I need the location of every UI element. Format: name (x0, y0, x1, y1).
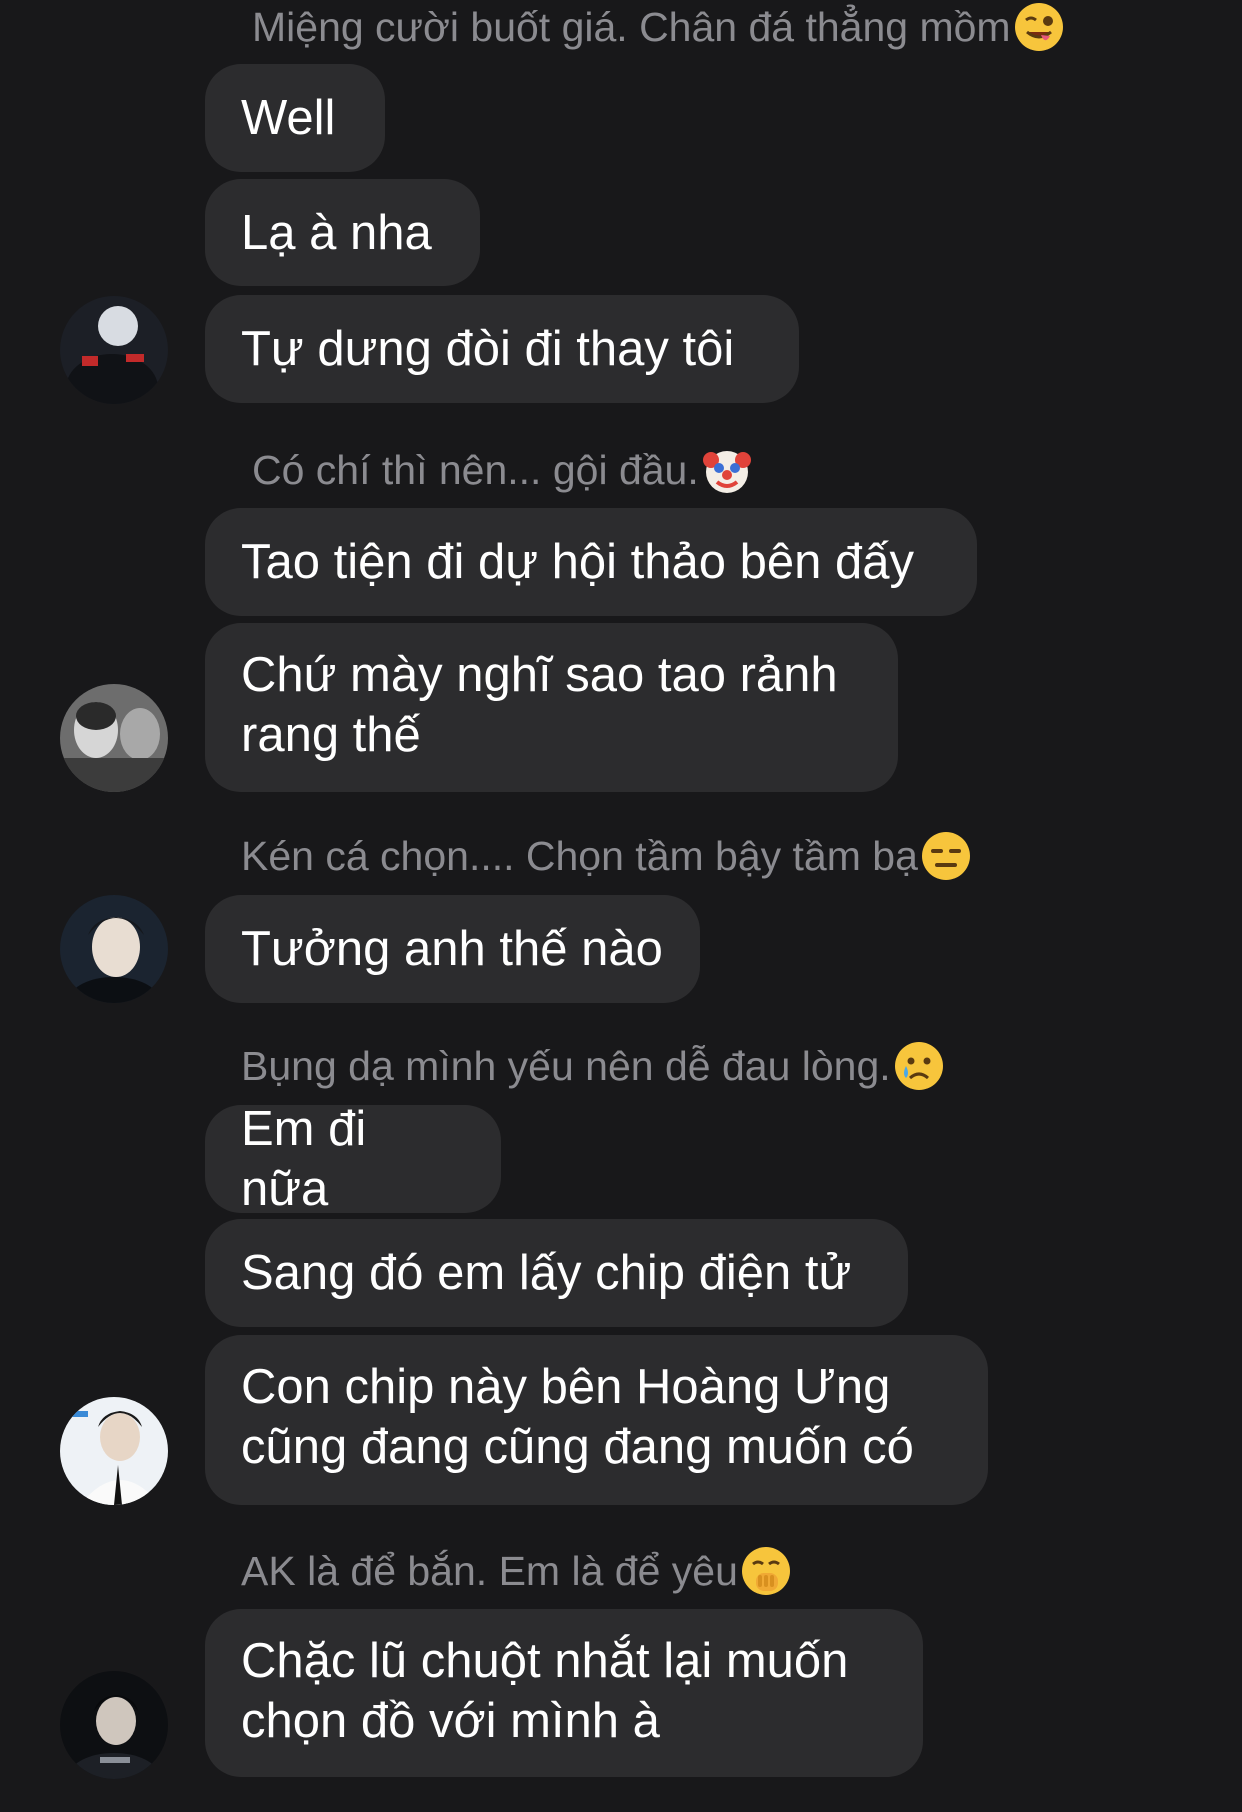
caption-text: Kén cá chọn.... Chọn tầm bậy tầm bạ (241, 833, 918, 879)
message-text: Em đi nữa (241, 1102, 367, 1216)
message-text: Con chip này bên Hoàng Ưng cũng đang cũn… (241, 1357, 914, 1477)
message-bubble[interactable]: Tưởng anh thế nào (205, 895, 700, 1003)
crying-face-icon (893, 1040, 945, 1092)
message-bubble[interactable]: Em đi nữa (205, 1102, 501, 1216)
message-text: Chứ mày nghĩ sao tao rảnh rang thế (241, 645, 838, 765)
face-with-hand-over-mouth-icon (740, 1545, 792, 1597)
avatar[interactable] (60, 296, 168, 404)
message-line: Con chip này bên Hoàng Ưng (241, 1360, 891, 1414)
clown-face-icon (701, 444, 753, 496)
message-text: Chặc lũ chuột nhắt lại muốn chọn đồ với … (241, 1631, 848, 1751)
message-text: Tưởng anh thế nào (241, 922, 663, 976)
caption-text: Bụng dạ mình yếu nên dễ đau lòng. (241, 1043, 891, 1089)
message-caption: Kén cá chọn.... Chọn tầm bậy tầm bạ (241, 830, 972, 882)
avatar[interactable] (60, 684, 168, 792)
caption-text: AK là để bắn. Em là để yêu (241, 1548, 738, 1594)
message-line: rang thế (241, 708, 421, 762)
message-bubble[interactable]: Con chip này bên Hoàng Ưng cũng đang cũn… (205, 1335, 988, 1505)
message-bubble[interactable]: Lạ à nha (205, 179, 480, 286)
message-bubble[interactable]: Chứ mày nghĩ sao tao rảnh rang thế (205, 623, 898, 792)
message-text: Lạ à nha (241, 205, 432, 260)
message-line: Chứ mày nghĩ sao tao rảnh (241, 648, 838, 702)
message-text: Sang đó em lấy chip điện tử (241, 1246, 852, 1300)
chat-thread[interactable]: Miệng cười buốt giá. Chân đá thẳng mồm W… (0, 0, 1242, 1812)
message-bubble[interactable]: Well (205, 64, 385, 172)
message-caption: Bụng dạ mình yếu nên dễ đau lòng. (241, 1040, 945, 1092)
expressionless-face-icon (920, 830, 972, 882)
message-bubble[interactable]: Tự dưng đòi đi thay tôi (205, 295, 799, 403)
message-text: Tao tiện đi dự hội thảo bên đấy (241, 535, 915, 589)
avatar[interactable] (60, 1397, 168, 1505)
winking-face-tongue-icon (1013, 1, 1065, 53)
caption-text: Có chí thì nên... gội đầu. (252, 447, 699, 493)
message-line: chọn đồ với mình à (241, 1694, 660, 1748)
message-bubble[interactable]: Sang đó em lấy chip điện tử (205, 1219, 908, 1327)
message-bubble[interactable]: Chặc lũ chuột nhắt lại muốn chọn đồ với … (205, 1609, 923, 1777)
message-caption: AK là để bắn. Em là để yêu (241, 1545, 792, 1597)
caption-text: Miệng cười buốt giá. Chân đá thẳng mồm (252, 4, 1011, 50)
message-text: Well (241, 91, 336, 145)
avatar[interactable] (60, 895, 168, 1003)
message-caption: Miệng cười buốt giá. Chân đá thẳng mồm (252, 1, 1065, 53)
avatar[interactable] (60, 1671, 168, 1779)
message-text: Tự dưng đòi đi thay tôi (241, 322, 735, 376)
message-caption: Có chí thì nên... gội đầu. (252, 444, 753, 496)
message-bubble[interactable]: Tao tiện đi dự hội thảo bên đấy (205, 508, 977, 616)
message-line: Chặc lũ chuột nhắt lại muốn (241, 1634, 849, 1688)
message-line: cũng đang cũng đang muốn có (241, 1420, 914, 1474)
